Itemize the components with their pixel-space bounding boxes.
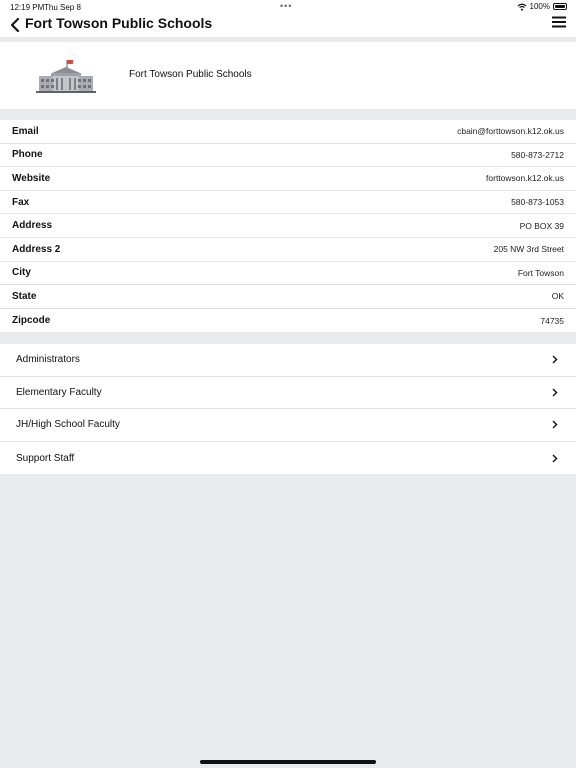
email-value[interactable]: cbain@forttowson.k12.ok.us: [457, 126, 564, 136]
page-title: Fort Towson Public Schools: [25, 15, 213, 31]
info-label: City: [12, 267, 31, 279]
link-label: Elementary Faculty: [16, 386, 102, 398]
link-elementary-faculty[interactable]: Elementary Faculty: [0, 377, 576, 410]
multitasking-dots[interactable]: •••: [280, 1, 292, 11]
website-value[interactable]: forttowson.k12.ok.us: [486, 173, 564, 183]
contact-info-list: Email cbain@forttowson.k12.ok.us Phone 5…: [0, 120, 576, 333]
staff-links-list: Administrators Elementary Faculty JH/Hig…: [0, 344, 576, 475]
battery-icon: [553, 3, 567, 10]
battery-percent: 100%: [529, 2, 550, 11]
wifi-icon: [517, 3, 526, 11]
home-indicator[interactable]: [200, 760, 376, 764]
link-support-staff[interactable]: Support Staff: [0, 442, 576, 475]
info-row-email: Email cbain@forttowson.k12.ok.us: [0, 120, 576, 144]
screen: 12:19 PM Thu Sep 8 ••• 100% Fort Towson …: [0, 0, 576, 768]
school-header-card: Fort Towson Public Schools: [0, 42, 576, 109]
fax-value: 580-873-1053: [511, 197, 564, 208]
phone-value[interactable]: 580-873-2712: [511, 150, 564, 160]
info-label: Phone: [12, 149, 43, 161]
info-label: Email: [12, 125, 39, 137]
link-label: JH/High School Faculty: [16, 419, 120, 431]
info-row-address-2: Address 2 205 NW 3rd Street: [0, 238, 576, 262]
chevron-right-icon: [552, 355, 558, 364]
info-row-phone: Phone 580-873-2712: [0, 144, 576, 168]
chevron-right-icon: [552, 420, 558, 429]
info-label: Website: [12, 172, 51, 184]
link-label: Administrators: [16, 354, 80, 366]
info-label: Address 2: [12, 243, 61, 255]
status-bar: 12:19 PM Thu Sep 8 ••• 100%: [0, 0, 576, 13]
info-row-fax: Fax 580-873-1053: [0, 191, 576, 215]
address-2-value: 205 NW 3rd Street: [493, 244, 564, 255]
city-value: Fort Towson: [517, 267, 564, 278]
link-jh-high-school-faculty[interactable]: JH/High School Faculty: [0, 409, 576, 442]
state-value: OK: [551, 291, 564, 302]
info-row-zipcode: Zipcode 74735: [0, 309, 576, 333]
address-value: PO BOX 39: [519, 220, 564, 231]
info-row-website: Website forttowson.k12.ok.us: [0, 167, 576, 191]
info-label: Address: [12, 220, 53, 232]
school-building-icon: [36, 60, 96, 93]
info-row-city: City Fort Towson: [0, 262, 576, 286]
chevron-right-icon: [552, 454, 558, 463]
link-administrators[interactable]: Administrators: [0, 344, 576, 377]
navigation-bar: Fort Towson Public Schools: [0, 13, 576, 37]
zipcode-value: 74735: [540, 315, 564, 326]
info-label: State: [12, 290, 37, 302]
info-row-state: State OK: [0, 285, 576, 309]
back-chevron-icon[interactable]: [9, 17, 23, 33]
info-label: Fax: [12, 196, 30, 208]
school-name: Fort Towson Public Schools: [129, 69, 252, 80]
info-row-address: Address PO BOX 39: [0, 214, 576, 238]
info-label: Zipcode: [12, 315, 51, 327]
status-time: 12:19 PM: [10, 3, 45, 12]
status-right: 100%: [517, 2, 567, 11]
hamburger-menu-icon[interactable]: [552, 16, 566, 28]
status-date: Thu Sep 8: [44, 3, 81, 12]
chevron-right-icon: [552, 388, 558, 397]
link-label: Support Staff: [16, 452, 75, 464]
